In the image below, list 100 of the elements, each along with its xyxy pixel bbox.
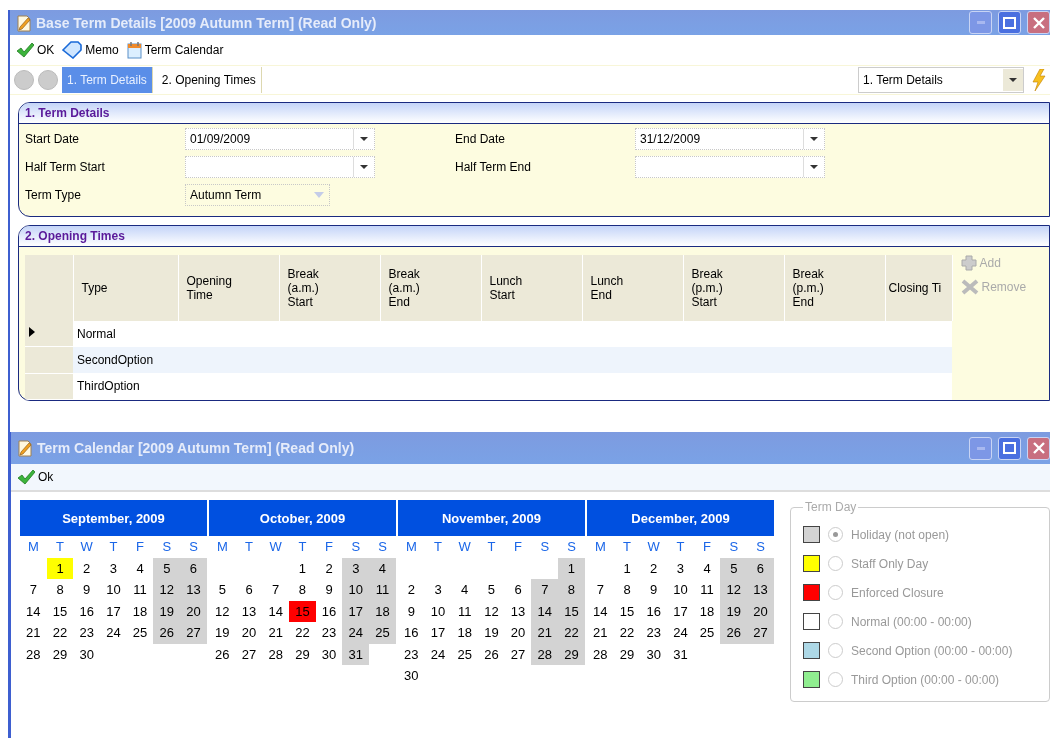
weekday-label: S	[188, 539, 199, 555]
calendar-day[interactable]: 1	[558, 557, 585, 579]
forward-button[interactable]	[38, 70, 58, 90]
radio-button[interactable]	[828, 672, 843, 687]
term-type-dropdown[interactable]: Autumn Term	[185, 184, 330, 206]
dropdown-arrow-icon	[360, 165, 368, 169]
calendar-day[interactable]: 10	[342, 579, 370, 601]
window-title: Base Term Details [2009 Autumn Term] (Read Only)	[36, 14, 378, 31]
field-label: End Date	[455, 132, 507, 146]
date-field[interactable]	[635, 156, 825, 178]
column-header[interactable]: Break (a.m.) Start	[279, 255, 380, 321]
calendar-day[interactable]: 29	[558, 643, 585, 665]
note-pencil-icon	[17, 439, 33, 457]
minimize-icon	[976, 21, 985, 24]
date-field[interactable]: 01/09/2009	[185, 128, 375, 150]
toolbar-button[interactable]: Term Calendar	[126, 41, 224, 59]
calendar-day[interactable]: 17	[342, 600, 370, 622]
radio-button[interactable]	[828, 614, 843, 629]
calendar-day[interactable]: 14	[531, 600, 559, 622]
calendar-day[interactable]: 31	[342, 643, 370, 665]
toolbar-button[interactable]: OK	[16, 42, 55, 58]
calendar-day[interactable]: 7	[531, 579, 559, 601]
group-title: Term Day	[804, 500, 858, 514]
calendar-day[interactable]: 20	[747, 600, 774, 622]
calendar-day[interactable]: 11	[369, 579, 396, 601]
calendar-day[interactable]: 18	[369, 600, 396, 622]
weekday-label: T	[433, 539, 443, 555]
calendar-day[interactable]: 1	[46, 557, 74, 579]
calendar-day[interactable]: 6	[747, 557, 774, 579]
calendar-day[interactable]: 21	[531, 622, 559, 644]
calendar-day[interactable]: 19	[720, 600, 748, 622]
calendar-day[interactable]: 6	[180, 557, 207, 579]
radio-button[interactable]	[828, 556, 843, 571]
tag-icon	[62, 41, 83, 59]
option-label: Staff Only Day	[851, 556, 929, 571]
calendar-day[interactable]: 8	[558, 579, 585, 601]
calendar-day[interactable]: 15	[558, 600, 585, 622]
calendar-day[interactable]: 22	[558, 622, 585, 644]
table-cell: ThirdOption	[73, 373, 952, 400]
table-cell: SecondOption	[73, 346, 952, 373]
radio-button[interactable]	[828, 585, 843, 600]
table-cell: Normal	[73, 320, 952, 347]
page-dropdown[interactable]: 1. Term Details	[858, 67, 1024, 93]
calendar-day[interactable]: 4	[369, 557, 396, 579]
weekday-label: T	[108, 539, 119, 555]
month-header: November, 2009	[398, 500, 585, 536]
minimize-icon	[976, 446, 985, 450]
close-button[interactable]	[1027, 436, 1050, 460]
weekday-label: T	[675, 539, 686, 555]
column-header[interactable]: Lunch Start	[481, 255, 582, 321]
back-button[interactable]	[14, 70, 34, 90]
calendar-day[interactable]: 27	[180, 622, 207, 644]
dropdown-arrow-icon	[1009, 78, 1017, 82]
ok-button[interactable]: Ok	[17, 469, 54, 485]
weekday-label: T	[297, 539, 308, 555]
radio-button[interactable]	[828, 527, 843, 542]
field-label: Term Type	[25, 188, 82, 202]
minimize-button[interactable]	[969, 436, 992, 460]
column-header[interactable]: Break (a.m.) End	[380, 255, 481, 321]
column-header[interactable]: Type	[73, 255, 178, 321]
calendar-day[interactable]: 20	[180, 600, 207, 622]
calendar-day[interactable]: 12	[720, 579, 748, 601]
toolbar-button[interactable]: Memo	[62, 41, 119, 59]
calendar-day[interactable]: 25	[369, 622, 396, 644]
maximize-icon	[1003, 442, 1016, 454]
column-header[interactable]: Break (p.m.) End	[784, 255, 885, 321]
calendar-day[interactable]: 27	[747, 622, 774, 644]
maximize-button[interactable]	[998, 436, 1021, 460]
close-button[interactable]	[1027, 11, 1050, 34]
close-icon	[1032, 442, 1045, 454]
calendar-day[interactable]: 5	[153, 557, 181, 579]
calendar-day[interactable]: 13	[180, 579, 207, 601]
column-header[interactable]: Opening Time	[178, 255, 279, 321]
checkmark-icon	[16, 42, 34, 58]
weekday-label: M	[215, 539, 229, 555]
minimize-button[interactable]	[969, 11, 992, 34]
date-field[interactable]	[185, 156, 375, 178]
column-header[interactable]: Closing Ti	[885, 255, 952, 321]
weekday-label: M	[404, 539, 418, 555]
calendar-day[interactable]: 28	[531, 643, 559, 665]
maximize-button[interactable]	[998, 11, 1021, 34]
calendar-day[interactable]: 5	[720, 557, 748, 579]
date-field[interactable]: 31/12/2009	[635, 128, 825, 150]
calendar-day[interactable]: 24	[342, 622, 370, 644]
calendar-day[interactable]: 15	[289, 600, 316, 622]
column-header[interactable]: Lunch End	[582, 255, 683, 321]
calendar-day[interactable]: 26	[153, 622, 181, 644]
calendar-day[interactable]: 12	[153, 579, 181, 601]
calendar-day[interactable]: 19	[153, 600, 181, 622]
note-pencil-icon	[16, 13, 32, 32]
option-label: Normal (00:00 - 00:00)	[851, 614, 972, 629]
weekday-label: W	[646, 539, 661, 555]
calendar-day[interactable]: 13	[747, 579, 774, 601]
calendar-day[interactable]: 3	[342, 557, 370, 579]
calendar-day[interactable]: 26	[720, 622, 748, 644]
column-header[interactable]: Break (p.m.) Start	[683, 255, 784, 321]
window-title: Term Calendar [2009 Autumn Term] (Read Only)	[37, 440, 356, 456]
dropdown-arrow-icon	[314, 192, 324, 198]
field-label: Half Term End	[455, 160, 532, 174]
radio-button[interactable]	[828, 643, 843, 658]
